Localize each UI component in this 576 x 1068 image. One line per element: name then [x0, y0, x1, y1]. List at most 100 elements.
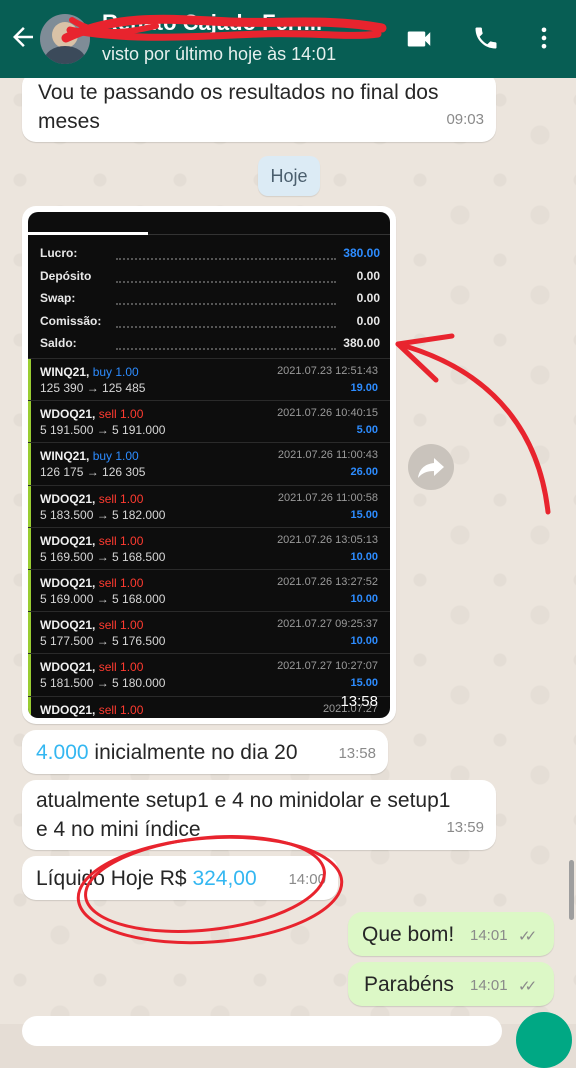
summary-value: 380.00	[343, 336, 380, 350]
trade-side: sell 1.00	[98, 407, 144, 422]
statement-tabs	[28, 212, 390, 235]
phone-icon[interactable]	[472, 24, 502, 54]
trade-indicator	[28, 527, 31, 570]
trade-row[interactable]: WDOQ21, sell 1.00 5 169.500 → 5 168.500 20…	[28, 526, 390, 570]
trade-prices: 5 169.000 → 5 168.000	[40, 592, 166, 606]
trade-indicator	[28, 443, 31, 486]
trade-profit: 15.00	[350, 508, 378, 521]
image-message[interactable]: Lucro: 380.00 Depósito 0.00 Swap: 0.00 Comissã…	[22, 206, 396, 724]
trade-symbol: WDOQ21,	[40, 576, 96, 590]
trade-datetime: 2021.07.26 13:27:52	[277, 576, 378, 588]
dotted-leader	[116, 312, 336, 328]
trade-datetime: 2021.07.26 11:00:43	[277, 449, 378, 462]
trade-indicator	[28, 359, 31, 401]
message-bubble-incoming[interactable]: Vou te passando os resultados no final d…	[22, 72, 496, 142]
mic-button[interactable]	[516, 1012, 572, 1068]
message-bubble-incoming[interactable]: Líquido Hoje R$ 324,00 14:00	[22, 856, 338, 900]
trade-side: buy 1.00	[92, 365, 139, 379]
double-check-icon: ✓✓	[518, 928, 537, 945]
trade-row[interactable]: WDOQ21, sell 1.00 5 177.500 → 5 176.500 20…	[28, 611, 390, 655]
trade-datetime: 2021.07.26 11:00:58	[277, 491, 378, 504]
trade-prices: 5 183.500 → 5 182.000	[40, 507, 166, 522]
trade-symbol: WDOQ21,	[40, 407, 96, 422]
more-vert-icon[interactable]	[530, 24, 560, 54]
message-time: 14:01	[470, 977, 508, 994]
trade-profit: 15.00	[350, 677, 378, 690]
trade-prices: 5 177.500 → 5 176.500	[40, 634, 166, 649]
trade-datetime: 2021.07.26 10:40:15	[277, 407, 378, 420]
trade-side: sell 1.00	[98, 491, 144, 506]
trade-datetime: 2021.07.27 10:27:07	[277, 660, 378, 673]
highlighted-number[interactable]: 4.000	[36, 741, 89, 764]
message-time: 13:59	[446, 819, 484, 836]
trade-symbol: WDOQ21,	[40, 660, 96, 675]
message-bubble-incoming[interactable]: 4.000 inicialmente no dia 20 13:58	[22, 730, 388, 774]
date-chip: Hoje	[258, 156, 320, 196]
summary-row: Lucro: 380.00	[40, 242, 380, 264]
summary-value: 0.00	[356, 313, 380, 328]
summary-label: Saldo:	[40, 336, 77, 350]
trade-indicator	[28, 570, 31, 612]
message-text: Que bom!	[362, 923, 455, 946]
summary-row: Comissão: 0.00	[40, 310, 380, 332]
trade-prices: 5 169.500 → 5 168.500	[40, 549, 166, 564]
message-text: Parabéns	[364, 973, 454, 996]
trade-profit: 10.00	[350, 593, 378, 605]
summary-row: Swap: 0.00	[40, 287, 380, 309]
message-time: 13:58	[338, 745, 376, 762]
message-bubble-outgoing[interactable]: Parabéns 14:01 ✓✓	[348, 962, 554, 1006]
message-text: atualmente setup1 e 4 no minidolar e set…	[36, 789, 451, 841]
trade-indicator	[28, 654, 31, 697]
trade-profit: 19.00	[350, 382, 378, 394]
trade-indicator	[28, 696, 31, 718]
trade-side: sell 1.00	[98, 576, 144, 590]
message-bubble-incoming[interactable]: atualmente setup1 e 4 no minidolar e set…	[22, 780, 496, 850]
trade-profit: 26.00	[350, 466, 378, 479]
trade-row[interactable]: WDOQ21, sell 1.00 5 169.000 → 5 168.000 20…	[28, 569, 390, 612]
summary-value: 380.00	[343, 246, 380, 260]
videocam-icon[interactable]	[404, 24, 434, 54]
trade-profit: 10.00	[350, 550, 378, 563]
trade-indicator	[28, 401, 31, 444]
trade-prices: 126 175 → 126 305	[40, 465, 146, 480]
trade-side: sell 1.00	[98, 533, 144, 548]
message-text: Vou te passando os resultados no final d…	[38, 81, 439, 133]
summary-label: Lucro:	[40, 246, 78, 260]
dotted-leader	[116, 334, 336, 350]
chat-header: Renato Cajado Ferr... visto por último h…	[0, 0, 576, 78]
trade-symbol: WDOQ21,	[40, 491, 96, 506]
trade-indicator	[28, 485, 31, 528]
message-input[interactable]	[22, 1016, 502, 1046]
trade-prices: 5 181.500 → 5 180.000	[40, 676, 166, 691]
trade-row[interactable]: WDOQ21, sell 1.00 5 191.500 → 5 191.000 20…	[28, 400, 390, 444]
summary-label: Swap:	[40, 291, 76, 305]
highlighted-number[interactable]: 324,00	[192, 867, 256, 890]
message-time: 09:03	[446, 111, 484, 128]
summary-label: Depósito	[40, 268, 92, 283]
last-seen-status: visto por último hoje às 14:01	[102, 44, 337, 64]
trade-symbol: WDOQ21,	[40, 533, 96, 548]
message-time: 14:00	[288, 871, 326, 888]
trade-side: sell 1.00	[98, 660, 144, 675]
trade-row[interactable]: WINQ21, buy 1.00 126 175 → 126 305 2021.07…	[28, 442, 390, 486]
scrollbar[interactable]	[569, 860, 574, 920]
trade-row[interactable]: WINQ21, buy 1.00 125 390 → 125 485 2021.07…	[28, 358, 390, 401]
trade-indicator	[28, 612, 31, 655]
trade-side: sell 1.00	[98, 618, 144, 633]
trading-statement-screenshot[interactable]: Lucro: 380.00 Depósito 0.00 Swap: 0.00 Comissã…	[28, 212, 390, 718]
trade-datetime: 2021.07.26 13:05:13	[277, 533, 378, 546]
trade-row[interactable]: WDOQ21, sell 1.00 2021.07.27	[28, 695, 390, 718]
arrow-left-icon[interactable]	[8, 22, 38, 54]
trade-symbol: WDOQ21,	[40, 618, 96, 633]
image-time: 13:58	[340, 693, 378, 710]
trade-profit: 10.00	[350, 635, 378, 648]
summary-row: Depósito 0.00	[40, 265, 380, 287]
double-check-icon: ✓✓	[518, 978, 537, 995]
forward-icon[interactable]	[408, 444, 454, 490]
trade-row[interactable]: WDOQ21, sell 1.00 5 181.500 → 5 180.000 20…	[28, 653, 390, 697]
dotted-leader	[116, 244, 336, 260]
trade-profit: 5.00	[356, 424, 378, 437]
message-bubble-outgoing[interactable]: Que bom! 14:01 ✓✓	[348, 912, 554, 956]
trade-symbol: WINQ21,	[40, 449, 90, 464]
trade-row[interactable]: WDOQ21, sell 1.00 5 183.500 → 5 182.000 20…	[28, 484, 390, 528]
